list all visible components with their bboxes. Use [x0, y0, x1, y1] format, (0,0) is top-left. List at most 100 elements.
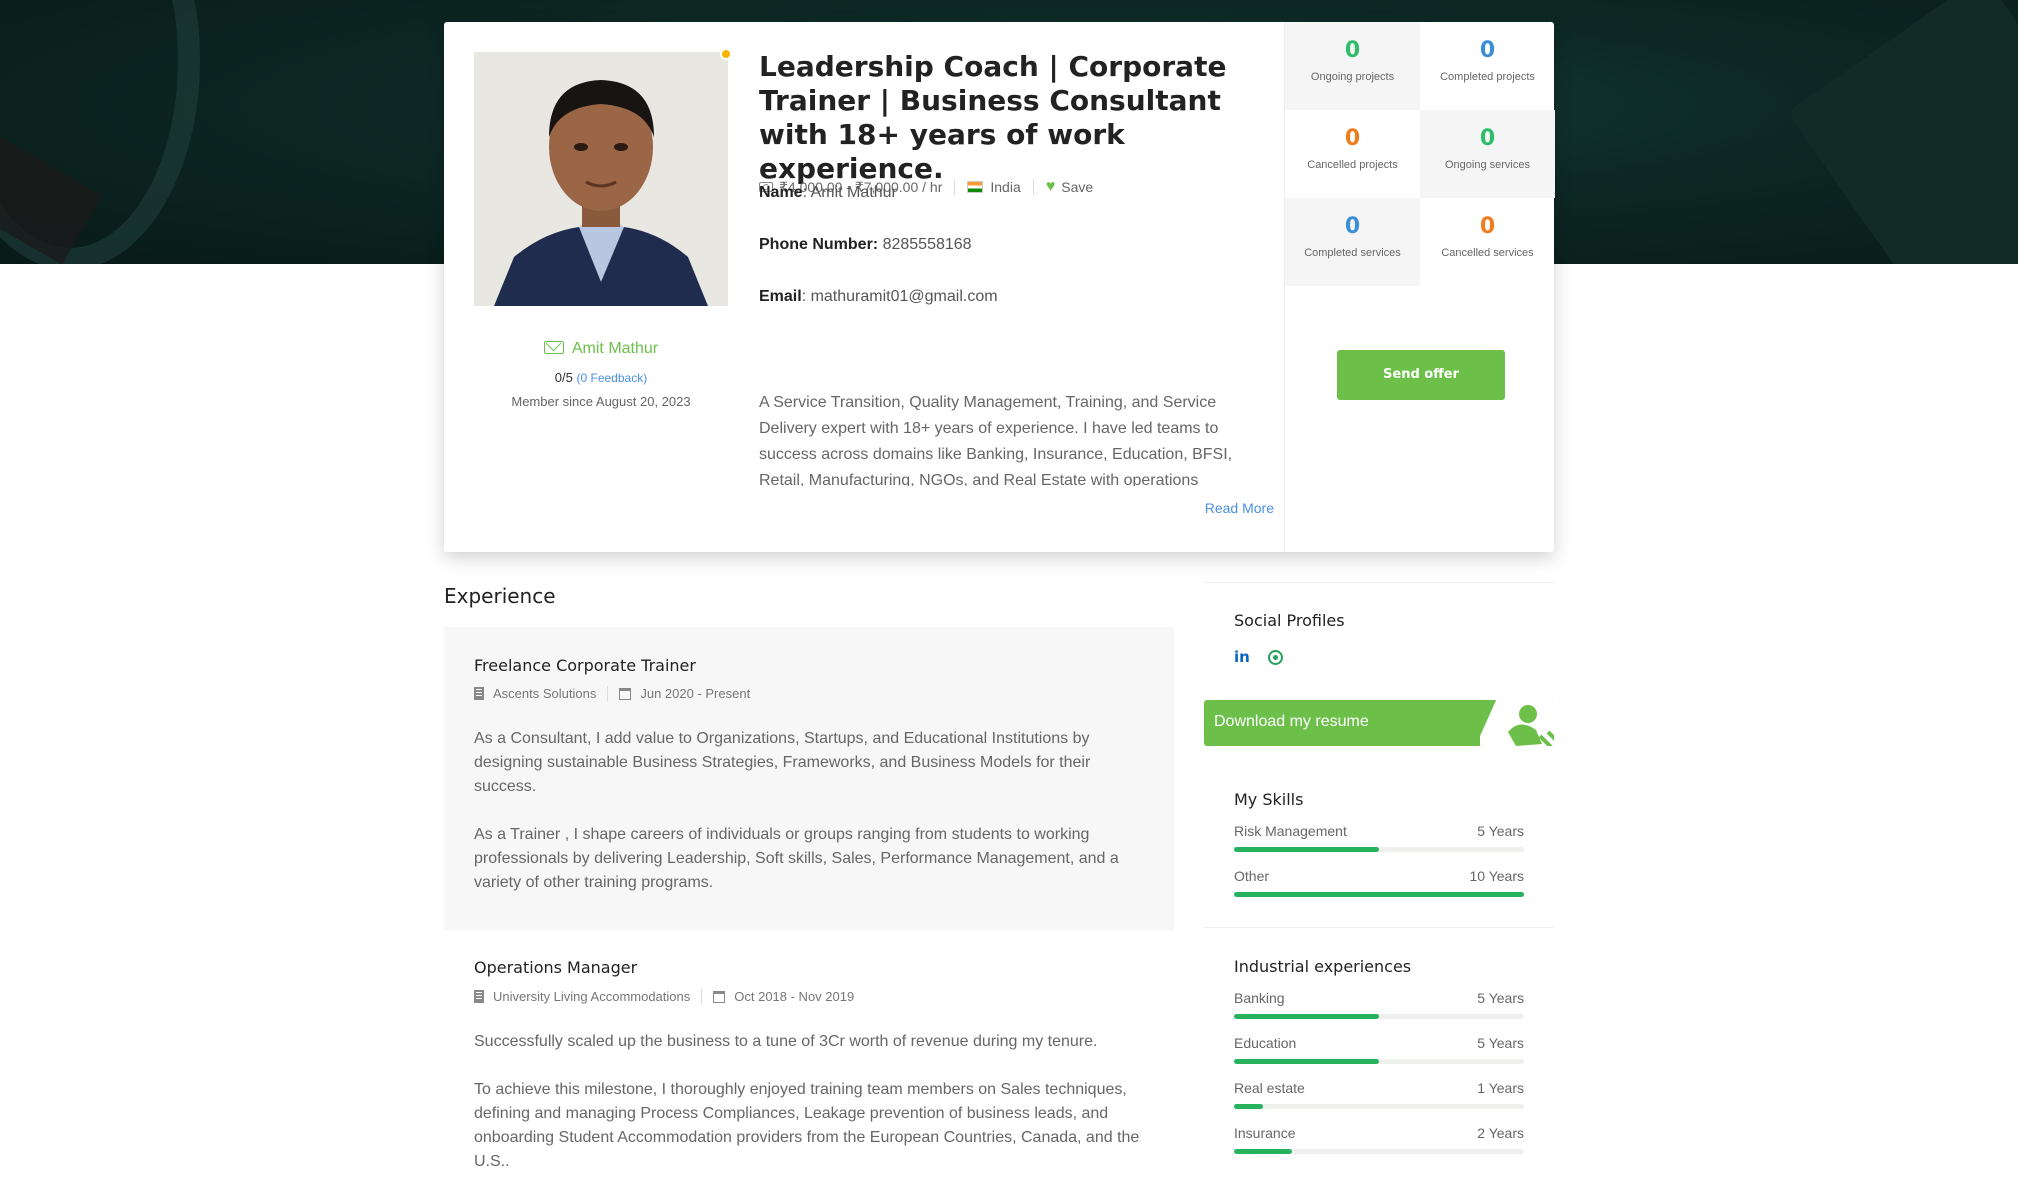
stat-cancelled-services: 0 Cancelled services: [1420, 198, 1555, 286]
stat-label: Cancelled projects: [1307, 159, 1398, 171]
email-label: Email: [759, 288, 802, 305]
profile-photo: [474, 52, 728, 306]
stat-value: 0: [1344, 126, 1361, 151]
skill-years: 10 Years: [1469, 868, 1525, 884]
linkedin-icon[interactable]: in: [1234, 648, 1250, 666]
rating-summary: 0/5 (0 Feedback): [474, 370, 728, 385]
skill-years: 2 Years: [1477, 1125, 1524, 1141]
company-name: Ascents Solutions: [493, 686, 597, 701]
feedback-link[interactable]: (0 Feedback): [577, 371, 648, 385]
save-button[interactable]: ♥ Save: [1046, 178, 1093, 196]
job-meta: University Living Accommodations Oct 201…: [474, 989, 854, 1004]
skill-name: Real estate: [1234, 1080, 1305, 1096]
job-meta: Ascents Solutions Jun 2020 - Present: [474, 686, 750, 701]
name-field: Name: Amit Mathur: [759, 184, 897, 202]
profile-headline: Leadership Coach | Corporate Trainer | B…: [759, 50, 1227, 185]
social-profiles-heading: Social Profiles: [1234, 611, 1345, 630]
divider: [701, 989, 703, 1004]
skill-name: Risk Management: [1234, 823, 1347, 839]
online-status-dot: [720, 48, 732, 60]
profile-name-text: Amit Mathur: [571, 340, 659, 357]
whatsapp-icon[interactable]: [1267, 649, 1283, 665]
skill-name: Banking: [1234, 990, 1285, 1006]
skill-name: Insurance: [1234, 1125, 1296, 1141]
stat-label: Completed services: [1304, 247, 1401, 259]
stat-value: 0: [1344, 38, 1361, 63]
stat-ongoing-services: 0 Ongoing services: [1420, 110, 1555, 198]
job-title: Freelance Corporate Trainer: [474, 656, 696, 675]
stat-value: 0: [1479, 38, 1496, 63]
skill-years: 5 Years: [1477, 823, 1524, 839]
progress-fill: [1234, 847, 1379, 852]
job-description: Successfully scaled up the business to a…: [474, 1033, 1098, 1050]
company-name: University Living Accommodations: [493, 989, 691, 1004]
phone-field: Phone Number: 8285558168: [759, 236, 972, 254]
send-offer-button[interactable]: Send offer: [1337, 350, 1505, 400]
job-description: To achieve this milestone, I thoroughly …: [474, 1081, 1140, 1170]
india-flag-icon: [967, 181, 984, 193]
job-title: Operations Manager: [474, 958, 638, 977]
progress-fill: [1234, 892, 1524, 897]
progress-fill: [1234, 1104, 1263, 1109]
stat-completed-projects: 0 Completed projects: [1420, 22, 1555, 110]
progress-fill: [1234, 1014, 1379, 1019]
skill-years: 5 Years: [1477, 1035, 1524, 1051]
stat-completed-services: 0 Completed services: [1285, 198, 1420, 286]
progress-track: [1234, 1104, 1524, 1109]
email-field: Email: mathuramit01@gmail.com: [759, 288, 998, 306]
profile-bio: A Service Transition, Quality Management…: [759, 394, 1233, 486]
calendar-icon: [713, 990, 726, 1003]
profile-display-name[interactable]: Amit Mathur: [474, 340, 728, 358]
stat-label: Cancelled services: [1441, 247, 1534, 259]
progress-fill: [1234, 1149, 1292, 1154]
download-resume-label: Download my resume: [1214, 713, 1369, 730]
divider: [1032, 179, 1034, 195]
heart-icon: ♥: [1045, 178, 1056, 195]
divider: [954, 179, 956, 195]
job-description: As a Trainer , I shape careers of indivi…: [474, 826, 1119, 891]
industrial-experiences-heading: Industrial experiences: [1234, 957, 1412, 976]
divider: [607, 686, 609, 701]
building-icon: [474, 990, 484, 1003]
skill-name: Education: [1234, 1035, 1297, 1051]
building-icon: [474, 687, 484, 700]
phone-value: 8285558168: [878, 236, 972, 253]
stat-ongoing-projects: 0 Ongoing projects: [1285, 22, 1420, 110]
experience-heading: Experience: [444, 584, 556, 608]
experience-item: Operations Manager University Living Acc…: [444, 930, 1174, 1192]
skill-name: Other: [1234, 868, 1270, 884]
skill-years: 5 Years: [1477, 990, 1524, 1006]
profile-photo-image: [474, 52, 728, 306]
download-resume-button[interactable]: Download my resume: [1204, 700, 1554, 746]
divider: [1204, 582, 1554, 583]
skills-heading: My Skills: [1234, 790, 1304, 809]
banner-decoration: [1787, 0, 2018, 264]
job-period: Jun 2020 - Present: [640, 686, 751, 701]
email-value: : mathuramit01@gmail.com: [801, 288, 998, 305]
save-label: Save: [1061, 179, 1094, 195]
social-links: in: [1234, 648, 1283, 666]
mail-icon: [543, 341, 564, 354]
stat-value: 0: [1479, 126, 1496, 151]
phone-label: Phone Number:: [759, 236, 879, 253]
stat-label: Ongoing services: [1445, 159, 1530, 171]
experience-item: Freelance Corporate Trainer Ascents Solu…: [444, 627, 1174, 930]
name-label: Name: [759, 184, 803, 201]
progress-fill: [1234, 1059, 1379, 1064]
stats-panel: 0 Ongoing projects 0 Completed projects …: [1284, 22, 1555, 552]
stat-value: 0: [1479, 214, 1496, 239]
calendar-icon: [619, 687, 632, 700]
rating-value: 0/5: [554, 370, 573, 385]
country: India: [990, 179, 1021, 195]
job-description: As a Consultant, I add value to Organiza…: [474, 730, 1091, 795]
job-period: Oct 2018 - Nov 2019: [734, 989, 855, 1004]
read-more-link[interactable]: Read More: [1184, 500, 1274, 516]
resume-graphic-icon: [1480, 700, 1554, 746]
stat-value: 0: [1344, 214, 1361, 239]
stat-label: Completed projects: [1440, 71, 1535, 83]
member-since: Member since August 20, 2023: [511, 394, 691, 409]
divider: [1204, 927, 1554, 928]
name-value: : Amit Mathur: [802, 184, 897, 201]
profile-card: Amit Mathur 0/5 (0 Feedback) Member sinc…: [444, 22, 1555, 552]
stat-label: Ongoing projects: [1310, 71, 1395, 83]
